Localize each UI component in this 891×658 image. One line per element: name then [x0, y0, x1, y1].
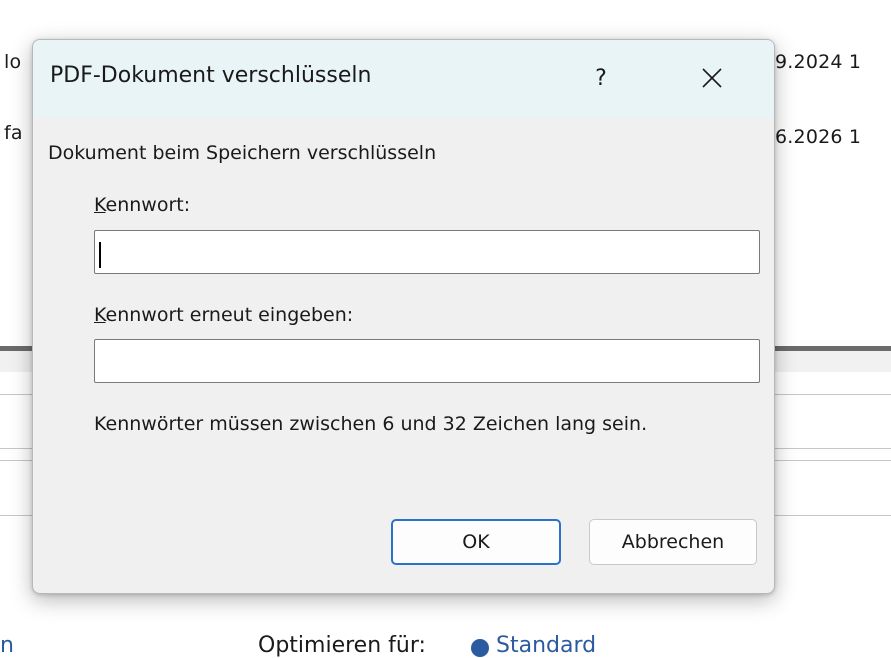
background-standard-option[interactable]: Standard — [496, 633, 596, 658]
dialog-title: PDF-Dokument verschlüsseln — [50, 63, 372, 88]
dialog-titlebar: PDF-Dokument verschlüsseln ? — [33, 40, 774, 118]
password-input[interactable] — [94, 230, 760, 274]
password-confirm-label-mnemonic: K — [94, 304, 106, 326]
background-row-2-left-text: fa — [4, 122, 23, 144]
password-label-text: ennwort: — [105, 194, 191, 216]
encrypt-pdf-dialog: PDF-Dokument verschlüsseln ? Dokument be… — [32, 39, 775, 594]
password-confirm-input[interactable] — [94, 339, 760, 383]
password-confirm-label: Kennwort erneut eingeben: — [94, 304, 353, 326]
text-caret — [99, 242, 101, 268]
password-label-mnemonic: K — [94, 194, 106, 216]
background-row-1-left-text: lo — [4, 51, 22, 73]
background-row-2-date: 6.2026 1 — [775, 126, 862, 148]
encrypt-on-save-text: Dokument beim Speichern verschlüsseln — [48, 142, 437, 164]
help-button[interactable]: ? — [578, 56, 624, 100]
close-icon — [702, 68, 722, 88]
password-length-hint: Kennwörter müssen zwischen 6 und 32 Zeic… — [94, 413, 648, 435]
password-confirm-label-text: ennwort erneut eingeben: — [105, 304, 354, 326]
password-label: Kennwort: — [94, 194, 190, 216]
radio-selected-icon[interactable] — [471, 639, 489, 657]
ok-button[interactable]: OK — [391, 519, 561, 565]
background-optimize-label: Optimieren für: — [258, 633, 426, 658]
close-button[interactable] — [689, 56, 735, 100]
help-icon: ? — [595, 65, 607, 91]
cancel-button[interactable]: Abbrechen — [589, 519, 757, 565]
background-row-1-date: 9.2024 1 — [775, 51, 862, 73]
background-bottom-link[interactable]: n — [0, 633, 14, 658]
background-top — [0, 0, 891, 12]
